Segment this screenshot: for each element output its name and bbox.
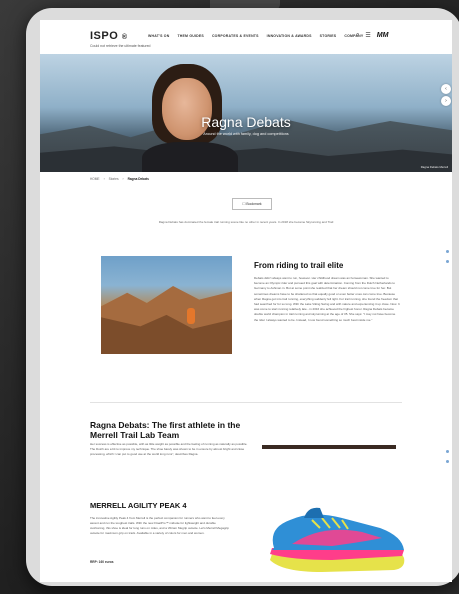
video-embed[interactable] [262,445,396,449]
portrait-face [162,78,212,140]
tablet-screen: ISPO ® Could not retrieve the ultimate f… [40,20,452,582]
nav-item-whats-on[interactable]: WHAT'S ON [148,34,169,38]
bookmark-label: Bookmark [246,202,262,206]
scroll-indicator[interactable] [446,250,449,253]
hero-subtitle: Around the world with family, dog and co… [203,132,289,136]
main-nav: WHAT'S ON THEM GUIDES CORPORATES & EVENT… [148,34,363,38]
photo-runner [187,308,195,324]
breadcrumb-stories[interactable]: Stories [109,177,119,181]
side-next-button[interactable]: › [441,96,451,106]
breadcrumb-current: Ragna Debats [127,177,149,181]
section-heading: Ragna Debats: The first athlete in the M… [90,420,241,440]
site-header: ISPO ® Could not retrieve the ultimate f… [40,20,452,50]
user-icon[interactable]: ☰ [365,32,370,39]
divider [90,402,402,403]
product-price: RRP: 160 euros [90,560,114,564]
breadcrumb: HOME › Stories › Ragna Debats [90,177,149,181]
shoe-tongue [304,507,324,518]
nav-item-stories[interactable]: STORIES [320,34,337,38]
running-shoe-image [270,507,405,572]
hero-title: Ragna Debats [201,114,291,130]
hero-banner: Ragna Debats Around the world with famil… [40,54,452,172]
side-prev-button[interactable]: ‹ [441,84,451,94]
ispo-logo[interactable]: ISPO ® [90,30,128,42]
nav-item-guides[interactable]: THEM GUIDES [177,34,204,38]
logo-text: ISPO [90,30,119,42]
section-body: Her success is effective as possible, wi… [90,442,248,456]
breadcrumb-separator: › [122,177,124,181]
hero-credit: Ragna Debats Merrell [420,165,448,169]
scroll-indicator[interactable] [446,460,449,463]
trail-running-photo [101,256,232,354]
portrait-shoulders [142,142,238,172]
header-actions: ⌕ ☰ MM [356,32,388,39]
section-body: Debats didn't always want to run, howeve… [254,276,400,322]
scroll-indicator[interactable] [446,260,449,263]
search-icon[interactable]: ⌕ [356,32,359,39]
partner-logo[interactable]: MM [377,32,389,39]
scroll-indicator[interactable] [446,450,449,453]
logo-mark: ® [121,34,128,41]
bookmark-button[interactable]: ☐ Bookmark [232,198,272,210]
product-body: The innovative Agility Peak 4 from Merre… [90,516,229,535]
breadcrumb-separator: › [103,177,105,181]
breadcrumb-home[interactable]: HOME [90,177,100,181]
tagline: Could not retrieve the ultimate featured [90,44,151,48]
product-heading: MERRELL AGILITY PEAK 4 [90,501,187,510]
nav-item-awards[interactable]: INNOVATION & AWARDS [267,34,312,38]
intro-text: Ragna Debats has dominated the female tr… [158,220,334,224]
section-heading: From riding to trail elite [254,261,344,270]
nav-item-events[interactable]: CORPORATES & EVENTS [212,34,259,38]
